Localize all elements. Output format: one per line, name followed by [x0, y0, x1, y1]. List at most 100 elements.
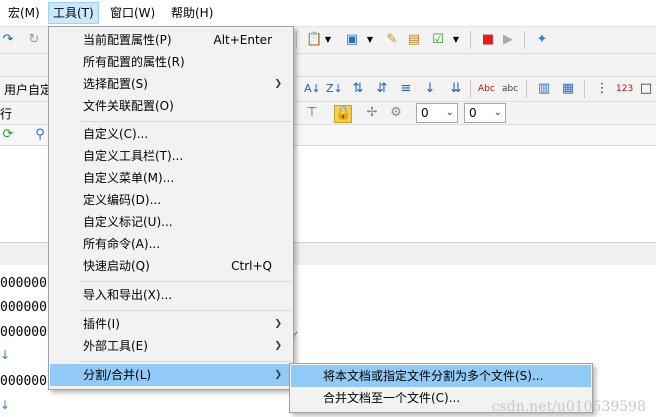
chevron-down-icon[interactable]: ▼	[324, 32, 332, 48]
toolbar-separator	[296, 31, 297, 49]
menu-separator	[79, 310, 291, 311]
menu-item-label: 外部工具(E)	[83, 339, 148, 353]
menu-item-all-config-properties[interactable]: 所有配置的属性(R)	[50, 51, 292, 73]
level-select-2[interactable]: 0 ⌄	[464, 103, 506, 123]
menu-item-all-commands[interactable]: 所有命令(A)...	[50, 233, 292, 255]
abc-box-icon[interactable]: abc	[502, 81, 518, 97]
document-blue-icon[interactable]: ▣	[344, 32, 360, 48]
menu-item-label: 当前配置属性(P)	[83, 33, 172, 47]
box-icon[interactable]: □	[638, 81, 654, 97]
pin-icon[interactable]: ✢	[364, 105, 380, 121]
menu-item-label: 自定义菜单(M)...	[83, 171, 175, 185]
menu-item-label: 导入和导出(X)...	[83, 288, 173, 302]
tools-menu: 当前配置属性(P) Alt+Enter 所有配置的属性(R) 选择配置(S) ❯…	[48, 26, 294, 390]
repeat-icon[interactable]: ↻	[26, 32, 42, 48]
content-line: 0000002	[0, 300, 55, 315]
sort-reverse-icon[interactable]: ⇵	[374, 81, 390, 97]
search-icon[interactable]: ⚲	[32, 127, 48, 143]
redo-arrow-icon[interactable]: ↷	[0, 32, 16, 48]
chevron-down-icon: ⌄	[493, 107, 502, 118]
sort-alt-icon[interactable]: ⇊	[448, 81, 464, 97]
toolbar-line-label: 行	[0, 107, 13, 121]
menu-item-label: 文件关联配置(O)	[83, 99, 174, 113]
menu-item-label: 自定义标记(U)...	[83, 215, 173, 229]
menu-item-shortcut: Ctrl+Q	[231, 259, 272, 273]
line-number-icon[interactable]: 123	[616, 81, 633, 97]
refresh-icon[interactable]: ⟳	[0, 127, 16, 143]
columns-settings-icon[interactable]: ▦	[560, 81, 576, 97]
submenu-item-split-document[interactable]: 将本文档或指定文件分割为多个文件(S)...	[291, 365, 591, 387]
menu-bar: 宏(M) 工具(T) 窗口(W) 帮助(H)	[0, 0, 656, 27]
play-macro-icon[interactable]: ▶	[500, 32, 516, 48]
chevron-right-icon: ❯	[274, 341, 282, 351]
level-select-1[interactable]: 0 ⌄	[416, 103, 458, 123]
menu-help[interactable]: 帮助(H)	[167, 3, 217, 23]
menu-item-customize-toolbar[interactable]: 自定义工具栏(T)...	[50, 145, 292, 167]
menu-item-plugins[interactable]: 插件(I) ❯	[50, 313, 292, 335]
menu-item-customize-marks[interactable]: 自定义标记(U)...	[50, 211, 292, 233]
submenu-item-label: 将本文档或指定文件分割为多个文件(S)...	[323, 369, 544, 383]
sort-numeric-icon[interactable]: ≡	[398, 81, 414, 97]
menu-separator	[79, 361, 291, 362]
menu-item-label: 自定义工具栏(T)...	[83, 149, 184, 163]
content-line: 0000005	[0, 325, 55, 340]
checkbox-icon[interactable]: ☑	[430, 32, 446, 48]
menu-item-shortcut: Alt+Enter	[213, 33, 272, 47]
edit-pencil-icon[interactable]: ✎	[384, 32, 400, 48]
toolbar-separator	[584, 80, 585, 98]
menu-item-label: 插件(I)	[83, 317, 120, 331]
menu-item-label: 所有配置的属性(R)	[83, 55, 185, 69]
menu-separator	[79, 121, 291, 122]
menu-item-select-config[interactable]: 选择配置(S) ❯	[50, 73, 292, 95]
chevron-down-icon[interactable]: ▼	[366, 32, 374, 48]
menu-item-import-export[interactable]: 导入和导出(X)...	[50, 284, 292, 306]
sort-descending-icon[interactable]: Z↓	[326, 81, 343, 97]
menu-item-current-config-properties[interactable]: 当前配置属性(P) Alt+Enter	[50, 29, 292, 51]
menu-macro[interactable]: 宏(M)	[4, 3, 44, 23]
settings-doc-icon[interactable]: ▤	[406, 32, 422, 48]
chevron-right-icon: ❯	[274, 319, 282, 329]
menu-item-customize-menu[interactable]: 自定义菜单(M)...	[50, 167, 292, 189]
pin-settings-icon[interactable]: ⚙	[388, 105, 404, 121]
sort-ascending-icon[interactable]: A↓	[304, 81, 321, 97]
level-select-2-value: 0	[469, 106, 477, 120]
lock-icon[interactable]: 🔒	[334, 105, 352, 123]
toolbar-separator	[470, 31, 471, 49]
sort-lines-icon[interactable]: ⇅	[350, 81, 366, 97]
watermark: csdn.net/u010539598	[491, 399, 646, 415]
toolbar-separator	[470, 80, 471, 98]
content-line: 0000001	[0, 276, 55, 291]
menu-item-quick-launch[interactable]: 快速启动(Q) Ctrl+Q	[50, 255, 292, 277]
submenu-item-label: 合并文档至一个文件(C)...	[323, 391, 461, 405]
menu-item-label: 分割/合并(L)	[83, 368, 152, 382]
menu-item-customize[interactable]: 自定义(C)...	[50, 123, 292, 145]
line-break-arrow-icon: ↓	[0, 398, 11, 412]
menu-item-label: 选择配置(S)	[83, 77, 148, 91]
line-break-arrow-icon: ↓	[0, 348, 11, 362]
toolbar-user-label: 用户自定	[4, 83, 53, 97]
numbered-list-icon[interactable]: ⋮	[594, 81, 610, 97]
chevron-down-icon[interactable]: ▼	[452, 32, 460, 48]
level-select-1-value: 0	[421, 106, 429, 120]
menu-item-define-encoding[interactable]: 定义编码(D)...	[50, 189, 292, 211]
sort-icon[interactable]: ↓	[422, 81, 438, 97]
menu-tools[interactable]: 工具(T)	[48, 2, 99, 24]
chevron-right-icon: ❯	[274, 370, 282, 380]
spell-check-icon[interactable]: Abc	[478, 81, 495, 97]
toolbar-separator	[526, 80, 527, 98]
clipboard-icon[interactable]: 📋	[306, 32, 322, 48]
menu-item-file-association-config[interactable]: 文件关联配置(O)	[50, 95, 292, 117]
menu-item-external-tools[interactable]: 外部工具(E) ❯	[50, 335, 292, 357]
stop-icon[interactable]: ■	[480, 32, 496, 48]
content-line: 0000007	[0, 374, 55, 389]
chevron-right-icon: ❯	[274, 79, 282, 89]
menu-item-label: 所有命令(A)...	[83, 237, 161, 251]
menu-item-label: 自定义(C)...	[83, 127, 149, 141]
toolbar-separator	[524, 31, 525, 49]
tools-wrench-icon[interactable]: ✦	[534, 32, 550, 48]
menu-window[interactable]: 窗口(W)	[106, 3, 159, 23]
filter-icon[interactable]: ⊤	[304, 105, 320, 121]
menu-item-label: 快速启动(Q)	[83, 259, 150, 273]
columns-icon[interactable]: ▥	[536, 81, 552, 97]
menu-item-split-merge[interactable]: 分割/合并(L) ❯	[50, 364, 292, 386]
